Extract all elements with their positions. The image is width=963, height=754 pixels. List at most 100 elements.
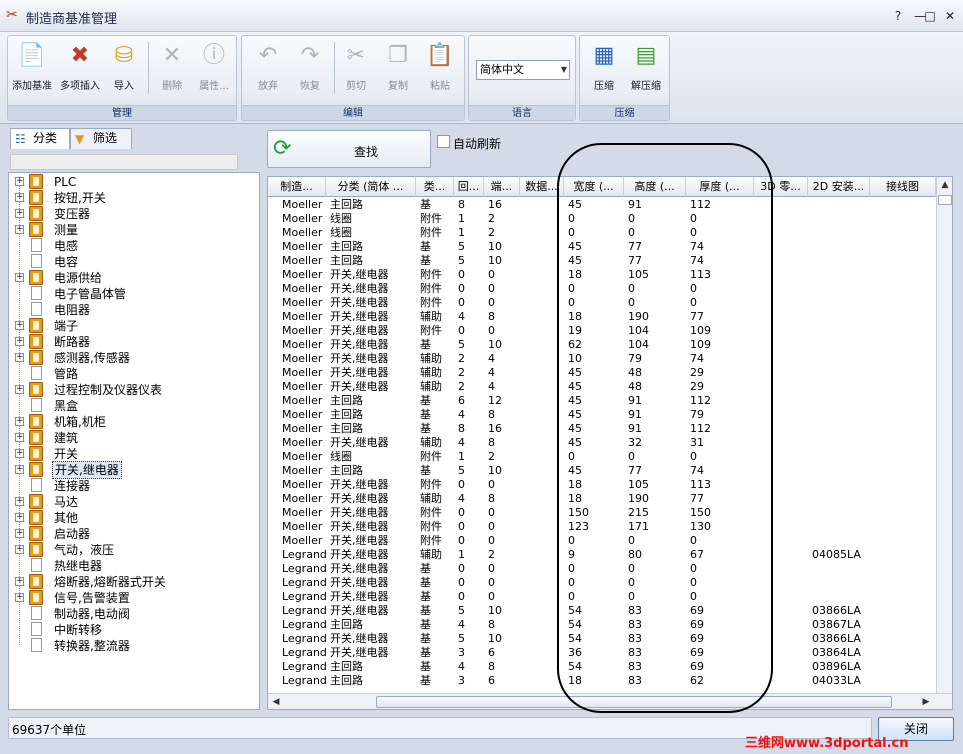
undo-button[interactable]: ↶ 放弃 [246, 41, 290, 97]
table-cell: 开关,继电器 [330, 590, 389, 603]
expand-icon[interactable]: + [15, 449, 24, 458]
tree-item[interactable]: 热继电器 [13, 558, 253, 574]
tree-item-label: PLC [54, 175, 77, 189]
tree-item[interactable]: 电感 [13, 238, 253, 254]
copy-button[interactable]: ❐ 复制 [376, 41, 420, 97]
table-cell: 开关,继电器 [330, 282, 389, 295]
tree-item[interactable]: 黑盒 [13, 398, 253, 414]
expand-icon[interactable]: + [15, 337, 24, 346]
filter-icon: ▼ [75, 132, 85, 146]
tree-item-label: 转换器,整流器 [54, 639, 130, 653]
tree-item-label: 气动，液压 [54, 543, 115, 557]
tree-item[interactable]: + PLC [13, 174, 253, 190]
tree-item[interactable]: + 信号,告警装置 [13, 590, 253, 606]
expand-icon[interactable]: + [15, 225, 24, 234]
expand-icon[interactable]: + [15, 321, 24, 330]
expand-icon[interactable]: + [15, 385, 24, 394]
tree-filter-bar[interactable] [10, 154, 238, 170]
tab-category[interactable]: ☷ 分类 [10, 128, 70, 149]
tree-item[interactable]: + 端子 [13, 318, 253, 334]
tree-item[interactable]: + 按钮,开关 [13, 190, 253, 206]
tree-item[interactable]: + 建筑 [13, 430, 253, 446]
expand-icon[interactable]: + [15, 529, 24, 538]
expand-icon[interactable]: + [15, 513, 24, 522]
tree-item[interactable]: + 电源供给 [13, 270, 253, 286]
properties-button[interactable]: ⓘ 属性... [192, 41, 236, 97]
tree-item[interactable]: 电阻器 [13, 302, 253, 318]
column-header[interactable]: 回... [454, 177, 484, 197]
tree-item[interactable]: + 气动，液压 [13, 542, 253, 558]
scroll-right-icon[interactable]: ▶ [918, 694, 934, 709]
multi-insert-button[interactable]: ✖ 多项插入 [58, 41, 102, 97]
column-header[interactable]: 分类 (简体 ... [326, 177, 416, 197]
paste-button[interactable]: 📋 粘贴 [418, 41, 462, 97]
vertical-scrollbar[interactable]: ▲ [936, 177, 952, 693]
tree-item[interactable]: + 熔断器,熔断器式开关 [13, 574, 253, 590]
cut-button[interactable]: ✂ 剪切 [334, 41, 378, 97]
import-icon: ⛁ [114, 43, 134, 68]
close-window-button[interactable]: ✕ [942, 9, 958, 23]
expand-icon[interactable]: + [15, 417, 24, 426]
compress-button[interactable]: ▦ 压缩 [582, 41, 626, 97]
expand-icon[interactable]: + [15, 497, 24, 506]
auto-refresh-checkbox[interactable] [437, 135, 450, 148]
table-cell: 1 [458, 212, 465, 225]
tree-item[interactable]: 电子管晶体管 [13, 286, 253, 302]
tree-item[interactable]: 电容 [13, 254, 253, 270]
decompress-button[interactable]: ▤ 解压缩 [624, 41, 668, 97]
column-header[interactable]: 接线图 [870, 177, 936, 197]
expand-icon[interactable]: + [15, 545, 24, 554]
chevron-down-icon: ▼ [560, 65, 567, 74]
column-header[interactable]: 2D 安装... [808, 177, 870, 197]
expand-icon[interactable]: + [15, 465, 24, 474]
scroll-left-icon[interactable]: ◀ [268, 694, 284, 709]
tree-item-label: 中断转移 [54, 623, 103, 637]
expand-icon[interactable]: + [15, 353, 24, 362]
table-cell: 1 [458, 450, 465, 463]
tree-item[interactable]: 中断转移 [13, 622, 253, 638]
table-cell: 2 [458, 380, 465, 393]
tree-item[interactable]: + 其他 [13, 510, 253, 526]
tree-item[interactable]: + 断路器 [13, 334, 253, 350]
tree-item[interactable]: + 机箱,机柜 [13, 414, 253, 430]
delete-button[interactable]: ✕ 删除 [150, 41, 194, 97]
expand-icon[interactable]: + [15, 577, 24, 586]
tree-item[interactable]: + 测量 [13, 222, 253, 238]
scroll-up-icon[interactable]: ▲ [937, 177, 952, 193]
tree-item[interactable]: 管路 [13, 366, 253, 382]
add-datum-button[interactable]: 📄 添加基准 [10, 41, 54, 97]
tree-item[interactable]: + 变压器 [13, 206, 253, 222]
find-button[interactable]: ⟳ 查找 [267, 130, 431, 168]
expand-icon[interactable]: + [15, 209, 24, 218]
tree-item[interactable]: + 启动器 [13, 526, 253, 542]
expand-icon[interactable]: + [15, 177, 24, 186]
expand-icon[interactable]: + [15, 433, 24, 442]
tree-item[interactable]: 制动器,电动阀 [13, 606, 253, 622]
tree-item[interactable]: + 开关,继电器 [13, 461, 253, 479]
table-cell: 5 [458, 464, 465, 477]
column-header[interactable]: 类... [416, 177, 454, 197]
tree-item[interactable]: + 开关 [13, 446, 253, 462]
table-cell: 开关,继电器 [330, 604, 389, 617]
table-cell: 附件 [420, 324, 442, 337]
tree-item[interactable]: 转换器,整流器 [13, 638, 253, 654]
tree-item[interactable]: + 过程控制及仪器仪表 [13, 382, 253, 398]
table-cell: 主回路 [330, 422, 363, 435]
expand-icon[interactable]: + [15, 593, 24, 602]
tree-item[interactable]: 连接器 [13, 478, 253, 494]
column-header[interactable]: 制造... [268, 177, 326, 197]
expand-icon[interactable]: + [15, 273, 24, 282]
redo-button[interactable]: ↷ 恢复 [288, 41, 332, 97]
column-header[interactable]: 端... [484, 177, 520, 197]
import-button[interactable]: ⛁ 导入 [102, 41, 146, 97]
tab-filter[interactable]: ▼ 筛选 [70, 128, 132, 149]
maximize-button[interactable]: □ [922, 9, 938, 23]
language-select[interactable]: 简体中文 ▼ [476, 60, 570, 80]
help-button[interactable]: ? [890, 9, 906, 23]
tree-item[interactable]: + 马达 [13, 494, 253, 510]
tree-item-label: 感测器,传感器 [54, 351, 130, 365]
tree-item[interactable]: + 感测器,传感器 [13, 350, 253, 366]
vertical-scroll-thumb[interactable] [938, 195, 952, 205]
expand-icon[interactable]: + [15, 193, 24, 202]
redo-icon: ↷ [300, 43, 320, 68]
